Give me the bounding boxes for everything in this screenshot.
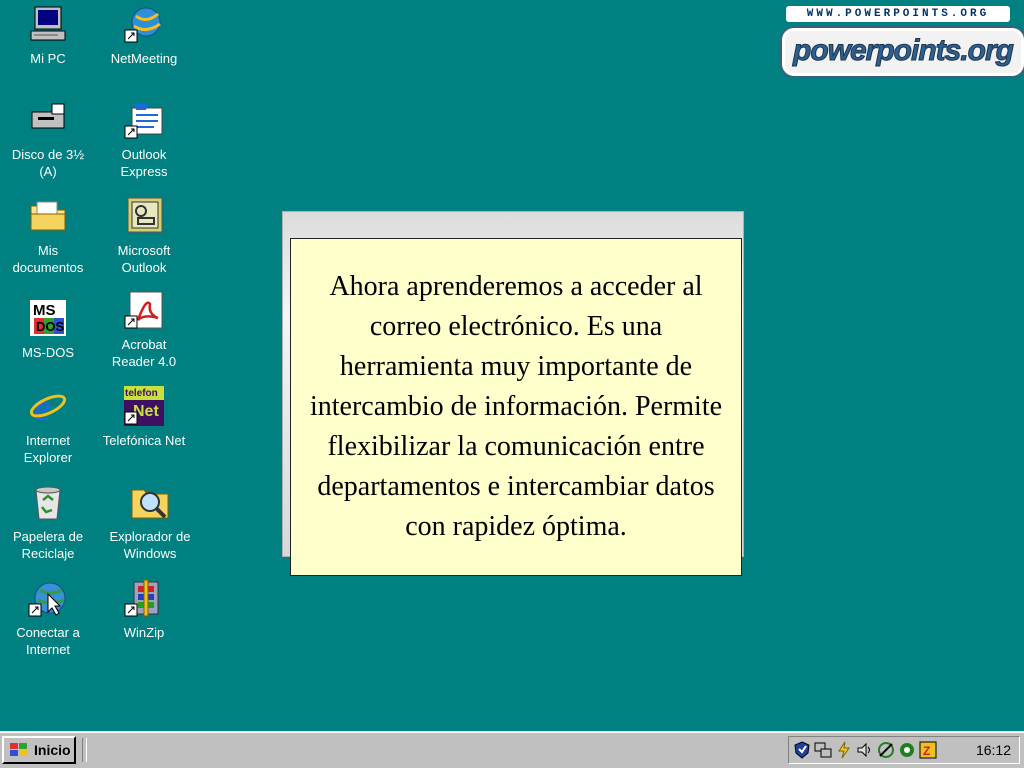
icon-label: Explorador de Windows [109,529,191,561]
icon-label: Acrobat Reader 4.0 [111,337,177,369]
desktop-icon-mi-pc[interactable]: Mi PC [2,4,94,67]
connect-internet-icon [28,582,66,617]
desktop-icon-netmeeting[interactable]: NetMeeting [98,4,190,67]
folder-icon [30,201,66,231]
taskbar-divider [82,738,87,762]
desktop-icon-telefonica[interactable]: telefon Net Telefónica Net [98,386,190,449]
shield-icon[interactable] [793,741,811,759]
desktop-icon-internet-explorer[interactable]: e Internet Explorer [2,386,94,466]
svg-text:MS: MS [33,302,56,319]
outlook-icon [127,197,163,233]
volume-icon[interactable] [856,741,874,759]
svg-text:telefon: telefon [125,388,158,399]
windows-flag-icon [10,743,27,756]
internet-explorer-icon: e [29,387,67,426]
icon-label: Papelera de Reciclaje [12,529,84,561]
icon-label: Mi PC [30,51,66,66]
system-tray: Z 16:12 [788,736,1020,764]
start-label: Inicio [34,742,71,758]
telefonica-icon: telefon Net [124,386,164,426]
icon-label: Telefónica Net [102,433,186,448]
power-icon[interactable] [835,741,853,759]
desktop-icon-outlook-express[interactable]: Outlook Express [98,100,190,180]
logo-url-text: WWW.POWERPOINTS.ORG [786,6,1010,22]
winzip-icon [124,579,159,617]
icon-label: NetMeeting [110,51,178,66]
icon-label: Conectar a Internet [16,625,80,657]
security-icon[interactable] [898,741,916,759]
message-card: Ahora aprenderemos a acceder al correo e… [290,238,742,576]
acrobat-icon [124,291,163,329]
taskbar-clock[interactable]: 16:12 [976,742,1011,758]
icon-label: Internet Explorer [23,433,73,465]
link-icon[interactable] [877,741,895,759]
my-computer-icon [30,6,66,41]
desktop-icon-recycle-bin[interactable]: Papelera de Reciclaje [2,482,94,562]
desktop-icon-explorador[interactable]: Explorador de Windows [104,482,196,562]
desktop-icon-acrobat[interactable]: Acrobat Reader 4.0 [98,290,190,370]
explorer-icon [131,489,169,519]
netmeeting-icon [124,7,161,43]
language-icon[interactable]: Z [919,741,937,759]
svg-text:DOS: DOS [36,319,65,334]
icon-label: Microsoft Outlook [117,243,171,275]
outlook-express-icon [124,104,163,139]
start-button[interactable]: Inicio [2,736,76,764]
icon-label: WinZip [123,625,165,640]
desktop-icon-mis-documentos[interactable]: Mis documentos [2,196,94,276]
logo-brand: powerpoints.org [782,28,1024,76]
desktop-icon-floppy[interactable]: Disco de 3½ (A) [2,100,94,180]
desktop-icon-winzip[interactable]: WinZip [98,578,190,641]
ms-dos-icon: MS DOS [30,300,66,336]
svg-text:Z: Z [923,744,930,758]
desktop-icon-conectar-internet[interactable]: Conectar a Internet [2,578,94,658]
recycle-bin-icon [35,486,61,520]
desktop-icon-ms-dos[interactable]: MS DOS MS-DOS [2,298,94,361]
network-icon[interactable] [814,741,832,759]
desktop-icon-microsoft-outlook[interactable]: Microsoft Outlook [98,196,190,276]
icon-label: Mis documentos [12,243,84,275]
taskbar: Inicio Z 16:12 [0,731,1024,768]
icon-label: MS-DOS [22,345,74,360]
icon-label: Outlook Express [120,147,168,179]
floppy-drive-icon [31,103,65,129]
icon-label: Disco de 3½ (A) [11,147,85,179]
message-text: Ahora aprenderemos a acceder al correo e… [309,271,723,542]
